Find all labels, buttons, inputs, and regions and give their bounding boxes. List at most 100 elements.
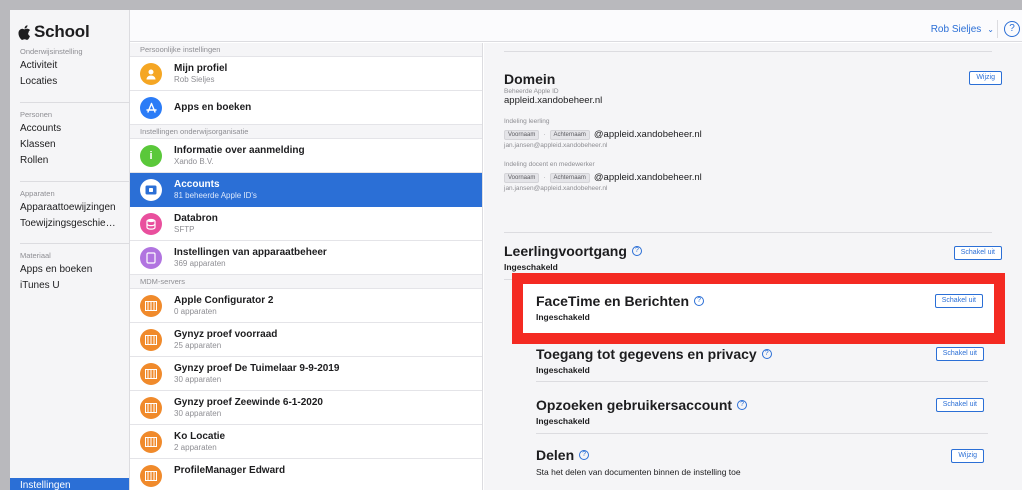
list-item-mdm-server[interactable]: Gynyz proef voorraad 25 apparaten <box>130 323 482 357</box>
list-item-subtitle: Xando B.V. <box>174 157 214 166</box>
sidebar-heading: Onderwijsinstelling <box>20 47 83 56</box>
list-section-header: MDM-servers <box>130 275 482 289</box>
list-item-title: Apps en boeken <box>174 102 252 113</box>
privacy-toggle-button[interactable]: Schakel uit <box>935 347 984 361</box>
list-item-mdm-server[interactable]: Apple Configurator 2 0 apparaten <box>130 289 482 323</box>
list-item-subtitle: 25 apparaten <box>174 341 222 350</box>
list-item-subtitle: 0 apparaten <box>174 307 217 316</box>
section-title: Delen ? <box>536 447 986 463</box>
brand-label: School <box>34 22 90 41</box>
section-divider <box>536 381 988 382</box>
student-progress-toggle-button[interactable]: Schakel uit <box>953 246 1002 260</box>
list-item-subtitle: 30 apparaten <box>174 375 222 384</box>
section-title-text: Leerlingvoortgang <box>504 243 627 259</box>
student-progress-section: Leerlingvoortgang ? Ingeschakeld <box>504 243 992 272</box>
help-icon[interactable]: ? <box>579 450 590 460</box>
server-icon <box>140 465 162 487</box>
section-title: Toegang tot gegevens en privacy ? <box>536 346 986 362</box>
list-item-subtitle: 369 apparaten <box>174 259 226 268</box>
window-frame-left <box>0 0 10 490</box>
section-status: Ingeschakeld <box>536 416 590 426</box>
section-status: Ingeschakeld <box>504 262 558 272</box>
sidebar-group-institution: Onderwijsinstelling Activiteit Locaties <box>10 45 130 90</box>
account-lookup-section: Opzoeken gebruikersaccount ? Ingeschakel… <box>536 397 986 426</box>
sidebar-group-people: Personen Accounts Klassen Rollen <box>10 108 130 169</box>
facetime-content: FaceTime en Berichten ? Ingeschakeld <box>536 293 705 322</box>
sharing-edit-button[interactable]: Wijzig <box>951 449 984 463</box>
sidebar-item-klassen[interactable]: Klassen <box>10 137 130 153</box>
list-item-apps-en-boeken[interactable]: Apps en boeken <box>130 91 482 125</box>
sidebar-item-itunes-u[interactable]: iTunes U <box>10 278 130 294</box>
window-frame-top <box>0 0 1022 10</box>
section-title: Leerlingvoortgang ? <box>504 243 992 259</box>
sidebar-item-toewijzingsgeschiedenis[interactable]: Toewijzingsgeschiede... <box>10 216 130 232</box>
domain-section: Domein Beheerde Apple ID appleid.xandobe… <box>504 71 992 192</box>
accounts-icon <box>140 179 162 201</box>
list-section-header: Instellingen onderwijsorganisatie <box>130 125 482 139</box>
account-lookup-toggle-button[interactable]: Schakel uit <box>935 398 984 412</box>
list-item-accounts[interactable]: Accounts 81 beheerde Apple ID's <box>130 173 482 207</box>
section-title: Opzoeken gebruikersaccount ? <box>536 397 986 413</box>
list-item-mdm-server[interactable]: Gynzy proef Zeewinde 6-1-2020 30 apparat… <box>130 391 482 425</box>
sidebar-item-apparaattoewijzingen[interactable]: Apparaattoewijzingen <box>10 200 130 216</box>
sidebar-item-accounts[interactable]: Accounts <box>10 121 130 137</box>
top-bar: Rob Sieljes ⌄ ? <box>130 10 1022 42</box>
section-status: Ingeschakeld <box>536 312 590 322</box>
sidebar-item-label: Instellingen <box>20 480 71 490</box>
section-title: Domein <box>504 71 556 87</box>
lastname-pill: Achternaam <box>549 129 590 140</box>
sidebar-item-locaties[interactable]: Locaties <box>10 74 130 90</box>
student-format-label: Indeling leerling <box>504 118 550 125</box>
domain-suffix: @appleid.xandobeheer.nl <box>593 129 702 140</box>
list-item-subtitle: 81 beheerde Apple ID's <box>174 191 257 200</box>
list-item-mdm-server[interactable]: Ko Locatie 2 apparaten <box>130 425 482 459</box>
list-item-title: Accounts <box>174 179 220 190</box>
list-item-title: Informatie over aanmelding <box>174 145 305 156</box>
server-icon <box>140 363 162 385</box>
section-title-text: Toegang tot gegevens en privacy <box>536 346 757 362</box>
help-icon[interactable]: ? <box>694 296 705 306</box>
device-icon <box>140 247 162 269</box>
list-item-informatie-aanmelding[interactable]: i Informatie over aanmelding Xando B.V. <box>130 139 482 173</box>
user-menu[interactable]: Rob Sieljes ⌄ <box>931 24 994 35</box>
sharing-section: Delen ? Sta het delen van documenten bin… <box>536 447 986 477</box>
student-format: Voornaam · Achternaam @appleid.xandobehe… <box>504 129 992 140</box>
teacher-format-label: Indeling docent en medewerker <box>504 161 595 168</box>
list-item-title: Gynzy proef De Tuimelaar 9-9-2019 <box>174 363 340 374</box>
list-item-subtitle: 30 apparaten <box>174 409 222 418</box>
list-item-title: Databron <box>174 213 218 224</box>
server-icon <box>140 295 162 317</box>
sidebar-divider <box>20 102 130 103</box>
help-icon[interactable]: ? <box>737 400 748 410</box>
topbar-divider <box>997 20 998 38</box>
sidebar-item-instellingen[interactable]: Instellingen <box>10 478 129 490</box>
sidebar-item-activiteit[interactable]: Activiteit <box>10 58 130 74</box>
sidebar-heading: Materiaal <box>20 251 51 260</box>
list-item-apparaatbeheer[interactable]: Instellingen van apparaatbeheer 369 appa… <box>130 241 482 275</box>
help-icon[interactable]: ? <box>1004 21 1020 37</box>
privacy-section: Toegang tot gegevens en privacy ? Ingesc… <box>536 346 986 375</box>
chevron-down-icon: ⌄ <box>987 25 994 34</box>
list-item-title: Ko Locatie <box>174 431 226 442</box>
list-item-databron[interactable]: Databron SFTP <box>130 207 482 241</box>
facetime-toggle-button[interactable]: Schakel uit <box>934 294 983 308</box>
app-store-icon <box>140 97 162 119</box>
managed-id-label: Beheerde Apple ID <box>504 88 559 95</box>
teacher-example: jan.jansen@appleid.xandobeheer.nl <box>504 185 608 192</box>
user-name: Rob Sieljes <box>930 24 982 35</box>
server-icon <box>140 329 162 351</box>
lastname-pill: Achternaam <box>549 172 590 183</box>
section-title-text: Delen <box>536 447 575 463</box>
list-item-mdm-server[interactable]: Gynzy proef De Tuimelaar 9-9-2019 30 app… <box>130 357 482 391</box>
domain-edit-button[interactable]: Wijzig <box>969 71 1002 85</box>
help-icon[interactable]: ? <box>631 246 642 256</box>
list-item-mijn-profiel[interactable]: Mijn profiel Rob Sieljes <box>130 57 482 91</box>
sidebar-group-devices: Apparaten Apparaattoewijzingen Toewijzin… <box>10 187 130 232</box>
sidebar-heading: Personen <box>20 110 53 119</box>
sidebar-item-apps-en-boeken[interactable]: Apps en boeken <box>10 262 130 278</box>
help-icon[interactable]: ? <box>761 349 772 359</box>
list-item-mdm-server[interactable]: ProfileManager Edward <box>130 459 482 490</box>
sidebar-item-rollen[interactable]: Rollen <box>10 153 130 169</box>
list-item-title: Mijn profiel <box>174 63 228 74</box>
list-item-subtitle: SFTP <box>174 225 195 234</box>
